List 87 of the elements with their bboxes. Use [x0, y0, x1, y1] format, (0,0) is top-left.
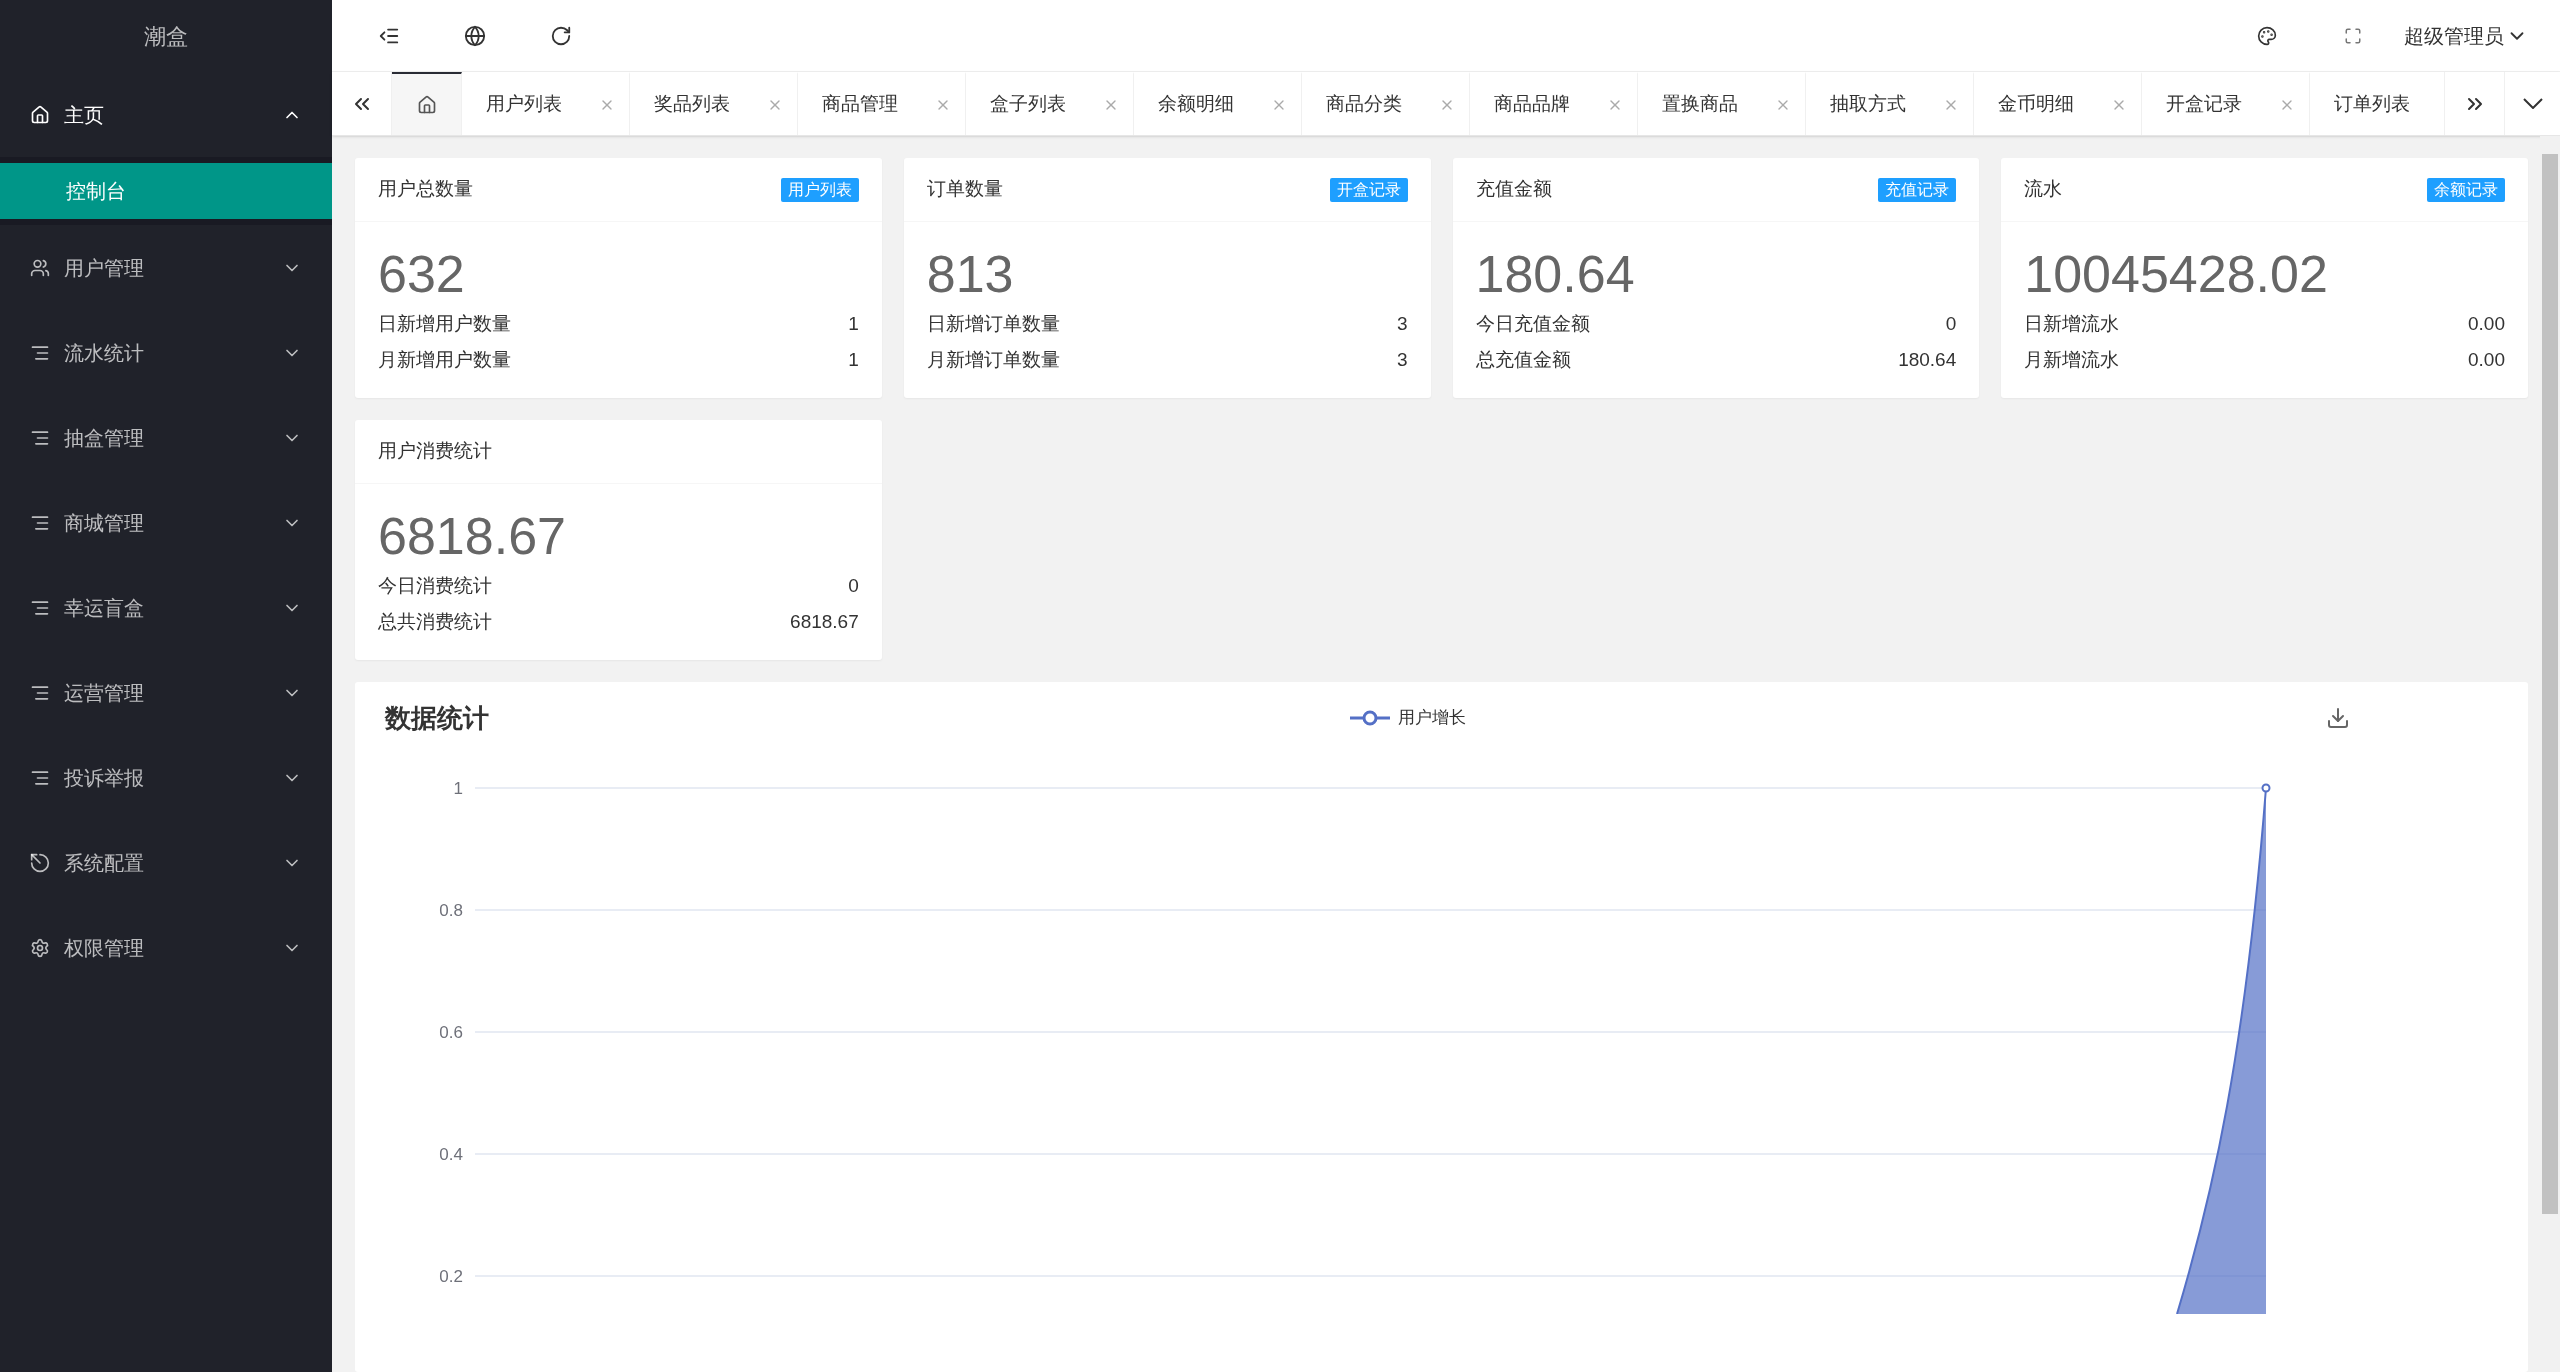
sidebar-item[interactable]: 主页	[0, 72, 332, 157]
tab-label[interactable]: 置换商品	[1662, 90, 1738, 119]
tab-label[interactable]: 奖品列表	[654, 90, 730, 119]
page-tab[interactable]: 盒子列表	[966, 72, 1134, 135]
stat-number: 0.00	[2468, 312, 2505, 336]
sidebar-item[interactable]: 用户管理	[0, 225, 332, 310]
home-icon	[416, 94, 437, 115]
settings-icon	[30, 937, 50, 958]
card-title: 充值金额	[1475, 177, 1552, 202]
tab-label[interactable]: 订单列表	[2334, 90, 2410, 119]
page-tab[interactable]: 金币明细	[1974, 72, 2142, 135]
stat-label: 今日充值金额	[1475, 312, 1590, 336]
palette-icon	[2257, 25, 2277, 46]
tab-label[interactable]: 商品品牌	[1494, 90, 1570, 119]
stat-value: 813	[926, 244, 1015, 305]
y-axis-label: 0.6	[439, 1023, 463, 1042]
tab-label[interactable]: 余额明细	[1158, 90, 1234, 119]
stat-label: 日新增用户数量	[378, 312, 511, 336]
y-axis-label: 0.4	[439, 1145, 463, 1164]
refresh-icon	[550, 24, 572, 47]
stat-number: 180.64	[1898, 348, 1957, 372]
sidebar-item[interactable]: 运营管理	[0, 650, 332, 735]
page-tab[interactable]: 订单列表	[2310, 72, 2444, 135]
chevron-down-icon	[2522, 98, 2543, 109]
fullscreen-icon	[2344, 26, 2362, 45]
stat-number: 6818.67	[790, 610, 859, 634]
stat-value: 10045428.02	[2024, 244, 2329, 305]
users-icon	[30, 257, 50, 278]
stat-value: 632	[378, 244, 466, 305]
page-tab[interactable]: 置换商品	[1638, 72, 1806, 135]
y-axis-label: 0.8	[439, 901, 463, 920]
page-tab[interactable]: 抽取方式	[1806, 72, 1974, 135]
stat-number: 0.00	[2468, 348, 2505, 372]
page-tab[interactable]: 用户列表	[462, 72, 630, 135]
tab-label[interactable]: 抽取方式	[1830, 90, 1906, 119]
home-tab[interactable]	[392, 72, 462, 135]
stat-label: 日新增流水	[2024, 312, 2120, 336]
y-axis-label: 1	[453, 779, 463, 798]
tab-label[interactable]: 金币明细	[1998, 90, 2074, 119]
stat-number: 0	[1945, 312, 1957, 336]
stat-label: 月新增流水	[2024, 348, 2120, 372]
stat-number: 3	[1396, 348, 1408, 372]
sidebar-subitem[interactable]: 控制台	[0, 163, 332, 219]
chart-title: 数据统计	[385, 701, 489, 735]
sidebar-item[interactable]: 抽盒管理	[0, 395, 332, 480]
page-tab[interactable]: 余额明细	[1134, 72, 1302, 135]
stat-label: 今日消费统计	[378, 574, 492, 598]
tab-label[interactable]: 盒子列表	[990, 90, 1066, 119]
tab-label[interactable]: 商品分类	[1326, 90, 1402, 119]
stat-value: 180.64	[1475, 244, 1636, 305]
download-icon[interactable]	[2326, 706, 2350, 730]
page-tab[interactable]: 商品分类	[1302, 72, 1470, 135]
stat-number: 0	[848, 574, 859, 598]
y-axis-label: 0.2	[439, 1267, 463, 1286]
page-tab[interactable]: 奖品列表	[630, 72, 798, 135]
card-title: 流水	[2024, 177, 2063, 202]
card-title: 用户消费统计	[378, 439, 492, 464]
globe-icon	[464, 24, 486, 47]
card-title: 用户总数量	[378, 177, 473, 202]
home-icon	[30, 104, 50, 125]
sidebar-item[interactable]: 权限管理	[0, 905, 332, 990]
circle-arrow-icon	[30, 852, 50, 873]
page-tab[interactable]: 开盒记录	[2142, 72, 2310, 135]
tab-label[interactable]: 开盒记录	[2166, 90, 2242, 119]
tab-label[interactable]: 商品管理	[822, 90, 898, 119]
sidebar-item[interactable]: 商城管理	[0, 480, 332, 565]
stat-label: 月新增订单数量	[926, 348, 1060, 372]
sidebar-item[interactable]: 幸运盲盒	[0, 565, 332, 650]
tab-label[interactable]: 用户列表	[486, 90, 562, 119]
sidebar-item[interactable]: 系统配置	[0, 820, 332, 905]
stat-label: 月新增用户数量	[378, 348, 511, 372]
stat-number: 1	[848, 312, 859, 336]
page-tab[interactable]: 商品管理	[798, 72, 966, 135]
stat-label: 总共消费统计	[378, 610, 492, 634]
page-tab[interactable]: 商品品牌	[1470, 72, 1638, 135]
card-title: 订单数量	[926, 177, 1003, 202]
sidebar-item[interactable]: 流水统计	[0, 310, 332, 395]
sidebar-item[interactable]: 投诉举报	[0, 735, 332, 820]
stat-value: 6818.67	[378, 506, 567, 567]
legend-marker-icon	[1349, 710, 1390, 726]
stat-number: 1	[848, 348, 859, 372]
stat-label: 总充值金额	[1475, 348, 1571, 372]
legend-label[interactable]: 用户增长	[1397, 705, 1466, 731]
stat-label: 日新增订单数量	[926, 312, 1060, 336]
app-logo: 潮盒	[144, 22, 188, 51]
stat-number: 3	[1396, 312, 1408, 336]
user-menu[interactable]: 超级管理员	[2396, 0, 2560, 71]
